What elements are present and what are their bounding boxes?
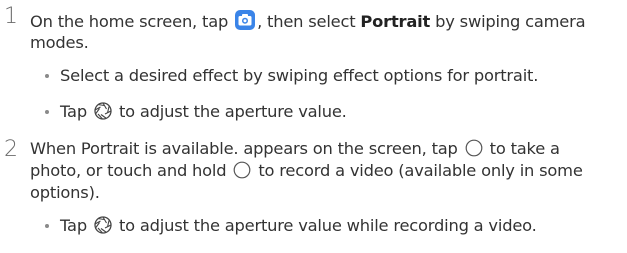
step-1-line-1: On the home screen, tap , then select Po… [30,10,586,31]
bullet-dot [44,67,52,78]
step-2-line-2: photo, or touch and hold to record a vid… [30,161,583,180]
bullet-dot [44,217,52,228]
step-2-line-3: options). [30,183,100,202]
step-1-line-2: modes. [30,33,89,52]
portrait-mode-label: Portrait [360,12,431,31]
bullet-dot [44,103,52,114]
shutter-button-icon [233,161,251,179]
camera-app-icon [235,10,256,30]
step-1-bullet-1: Select a desired effect by swiping effec… [60,66,539,85]
aperture-icon [94,102,112,120]
step-number: 2 [4,137,18,162]
step-number: 1 [4,4,18,29]
aperture-icon [94,216,112,234]
step-2-line-1: When Portrait is available. appears on t… [30,139,560,158]
step-2-bullet-1: Tap to adjust the aperture value while r… [60,216,537,235]
shutter-button-icon [465,139,483,157]
step-1-bullet-2: Tap to adjust the aperture value. [60,102,347,121]
